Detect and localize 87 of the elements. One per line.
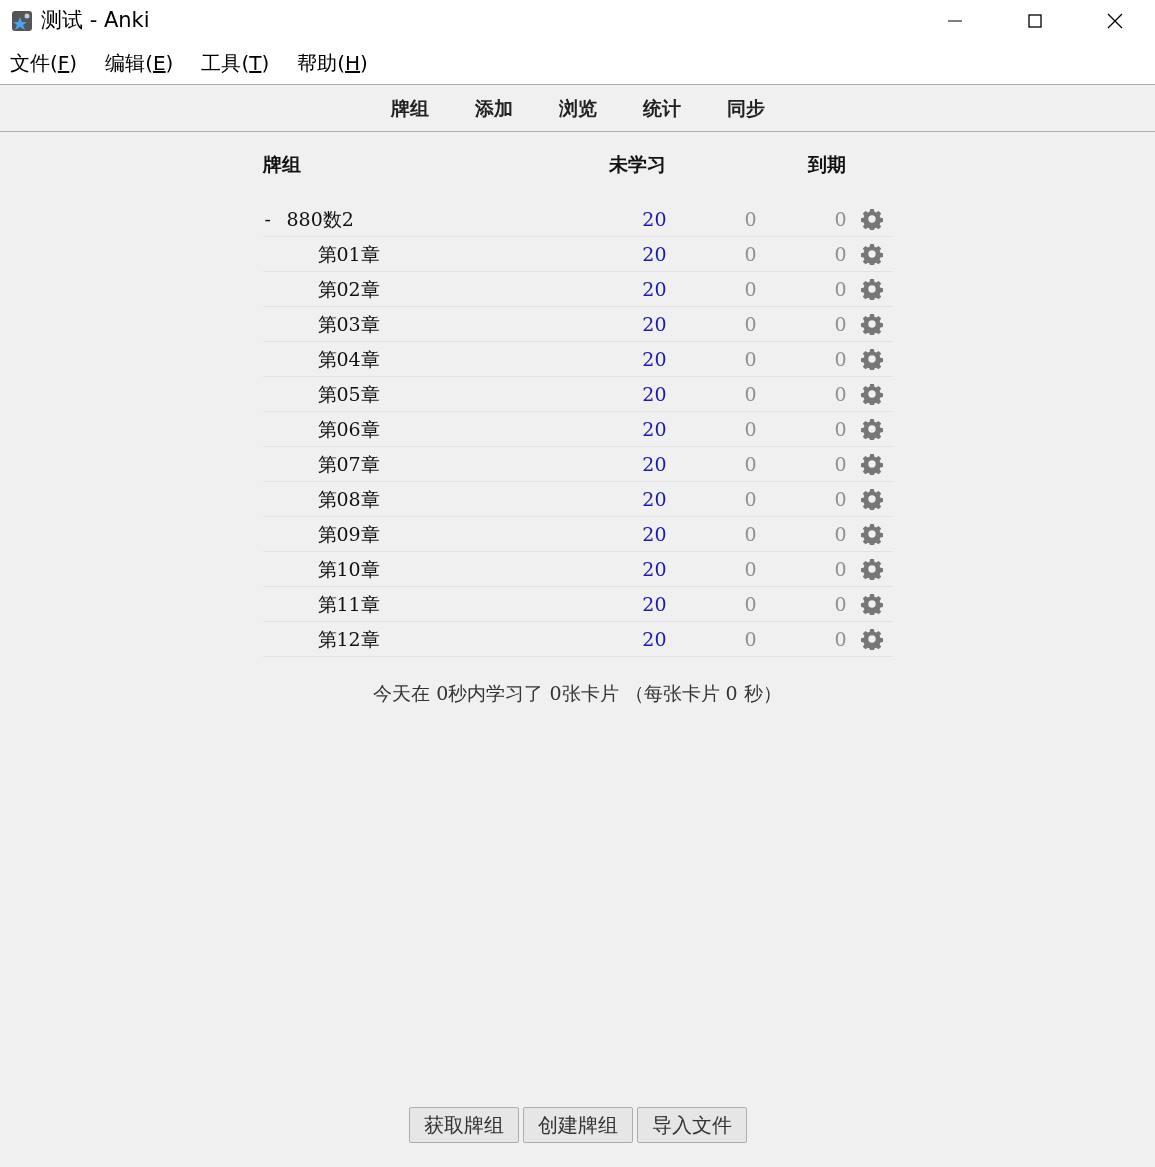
new-count: 20 — [641, 521, 667, 547]
expand-toggle[interactable]: - — [264, 204, 287, 234]
gear-icon[interactable] — [860, 313, 883, 335]
action-button[interactable]: 创建牌组 — [522, 1107, 633, 1143]
menu-item[interactable]: 编辑(E) — [91, 48, 188, 78]
learn-count: 0 — [743, 521, 757, 547]
close-icon — [1106, 12, 1124, 30]
learn-count: 0 — [743, 451, 757, 477]
maximize-icon — [1026, 12, 1044, 30]
deck-name[interactable]: 第08章 — [317, 484, 380, 514]
deck-name[interactable]: 第07章 — [317, 449, 380, 479]
deck-name[interactable]: 第11章 — [317, 589, 380, 619]
due-count: 0 — [833, 346, 847, 372]
gear-icon[interactable] — [860, 593, 883, 615]
action-button[interactable]: 导入文件 — [636, 1107, 747, 1143]
learn-count: 0 — [743, 346, 757, 372]
menu-item[interactable]: 文件(F) — [0, 48, 92, 78]
new-count: 20 — [641, 416, 667, 442]
learn-count: 0 — [743, 626, 757, 652]
deck-name[interactable]: 第05章 — [317, 379, 380, 409]
deck-name[interactable]: 第06章 — [317, 414, 380, 444]
toolbar-link[interactable]: 浏览 — [535, 93, 620, 123]
menu-item[interactable]: 工具(T) — [187, 48, 284, 78]
learn-count: 0 — [743, 311, 757, 337]
due-count: 0 — [833, 591, 847, 617]
due-count: 0 — [833, 486, 847, 512]
due-count: 0 — [833, 626, 847, 652]
due-count: 0 — [833, 206, 847, 232]
gear-icon[interactable] — [860, 558, 883, 580]
deck-name[interactable]: 第01章 — [317, 239, 380, 269]
new-count: 20 — [641, 346, 667, 372]
deck-name[interactable]: 第09章 — [317, 519, 380, 549]
due-count: 0 — [833, 416, 847, 442]
learn-count: 0 — [743, 591, 757, 617]
gear-icon[interactable] — [860, 418, 883, 440]
toolbar-link[interactable]: 同步 — [703, 93, 788, 123]
deck-name[interactable]: 第04章 — [317, 344, 380, 374]
gear-icon[interactable] — [860, 523, 883, 545]
learn-count: 0 — [743, 241, 757, 267]
new-count: 20 — [641, 311, 667, 337]
column-header: 未学习 — [608, 152, 667, 177]
deck-name[interactable]: 880数2 — [286, 204, 354, 234]
menu-item[interactable]: 帮助(H) — [283, 48, 382, 78]
due-count: 0 — [833, 451, 847, 477]
new-count: 20 — [641, 556, 667, 582]
toolbar-link[interactable]: 牌组 — [367, 93, 452, 123]
learn-count: 0 — [743, 556, 757, 582]
deck-name[interactable]: 第12章 — [317, 624, 380, 654]
new-count: 20 — [641, 276, 667, 302]
due-count: 0 — [833, 381, 847, 407]
due-count: 0 — [833, 556, 847, 582]
gear-icon[interactable] — [860, 628, 883, 650]
gear-icon[interactable] — [860, 488, 883, 510]
study-summary: 今天在 0秒内学习了 0张卡片 （每张卡片 0 秒） — [373, 681, 782, 706]
deck-name[interactable]: 第02章 — [317, 274, 380, 304]
new-count: 20 — [641, 591, 667, 617]
gear-icon[interactable] — [860, 453, 883, 475]
new-count: 20 — [641, 451, 667, 477]
due-count: 0 — [833, 521, 847, 547]
learn-count: 0 — [743, 276, 757, 302]
learn-count: 0 — [743, 486, 757, 512]
column-header: 到期 — [807, 152, 847, 177]
column-header: 牌组 — [262, 152, 302, 177]
app-icon — [11, 10, 33, 32]
new-count: 20 — [641, 486, 667, 512]
learn-count: 0 — [743, 381, 757, 407]
new-count: 20 — [641, 381, 667, 407]
toolbar-link[interactable]: 添加 — [451, 93, 536, 123]
due-count: 0 — [833, 241, 847, 267]
gear-icon[interactable] — [860, 243, 883, 265]
new-count: 20 — [641, 241, 667, 267]
deck-name[interactable]: 第10章 — [317, 554, 380, 584]
toolbar-link[interactable]: 统计 — [619, 93, 704, 123]
minimize-icon — [948, 20, 962, 22]
learn-count: 0 — [743, 206, 757, 232]
gear-icon[interactable] — [860, 208, 883, 230]
learn-count: 0 — [743, 416, 757, 442]
due-count: 0 — [833, 276, 847, 302]
gear-icon[interactable] — [860, 278, 883, 300]
new-count: 20 — [641, 206, 667, 232]
new-count: 20 — [641, 626, 667, 652]
gear-icon[interactable] — [860, 348, 883, 370]
action-button[interactable]: 获取牌组 — [408, 1107, 519, 1143]
deck-name[interactable]: 第03章 — [317, 309, 380, 339]
gear-icon[interactable] — [860, 383, 883, 405]
due-count: 0 — [833, 311, 847, 337]
window-title: 测试 - Anki — [41, 7, 151, 35]
